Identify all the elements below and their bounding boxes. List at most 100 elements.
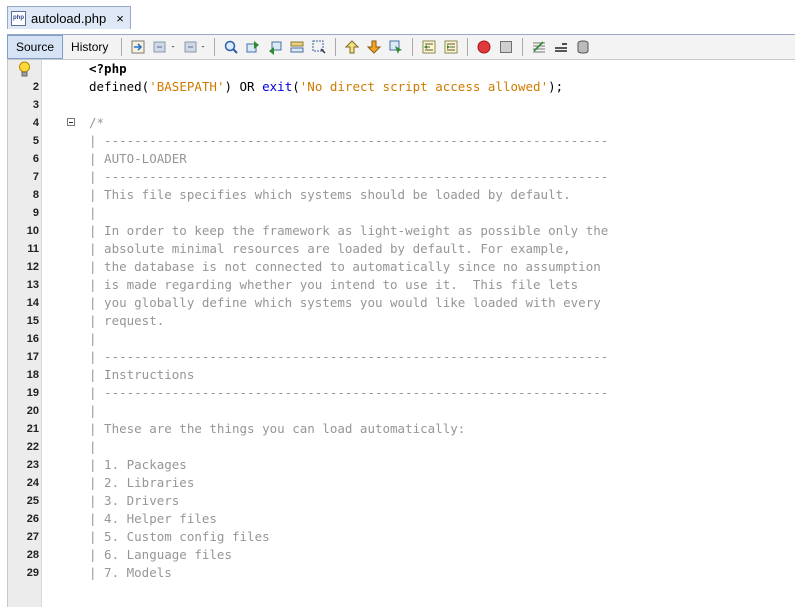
code-line: 20 | xyxy=(8,402,795,420)
next-bookmark-icon[interactable] xyxy=(366,39,382,55)
code-text: | This file specifies which systems shou… xyxy=(89,187,571,202)
start-macro-recording-icon[interactable] xyxy=(476,39,492,55)
code-line: 29 | 7. Models xyxy=(8,564,795,582)
code-text: | --------------------------------------… xyxy=(89,169,609,184)
code-text: | 7. Models xyxy=(89,565,172,580)
code-line: 16 | xyxy=(8,330,795,348)
code-text: | 5. Custom config files xyxy=(89,529,270,544)
code-text: | Instructions xyxy=(89,367,195,382)
code-text: | xyxy=(89,205,97,220)
code-text: | 4. Helper files xyxy=(89,511,217,526)
tab-autoload-php[interactable]: php autoload.php × xyxy=(7,6,131,29)
code-line: 28 | 6. Language files xyxy=(8,546,795,564)
line-number: 2 xyxy=(32,81,39,93)
code-text: <?php xyxy=(89,61,127,76)
line-number: 26 xyxy=(26,513,39,525)
code-text: | is made regarding whether you intend t… xyxy=(89,277,579,292)
fold-toggle-icon[interactable] xyxy=(67,118,75,126)
code-line: 26 | 4. Helper files xyxy=(8,510,795,528)
toolbar-separator xyxy=(467,38,469,56)
code-text: | 3. Drivers xyxy=(89,493,180,508)
code-line: 17 | ------------------------------------… xyxy=(8,348,795,366)
toggle-highlight-icon[interactable] xyxy=(289,39,305,55)
uncomment-icon[interactable] xyxy=(553,39,569,55)
code-text: | --------------------------------------… xyxy=(89,349,609,364)
toolbar-separator xyxy=(522,38,524,56)
line-number: 19 xyxy=(26,387,39,399)
code-line: 5 | -------------------------------------… xyxy=(8,132,795,150)
code-line: 24 | 2. Libraries xyxy=(8,474,795,492)
comment-icon[interactable] xyxy=(531,39,547,55)
code-text: | xyxy=(89,331,97,346)
last-edit-icon[interactable] xyxy=(130,39,146,55)
line-number: 20 xyxy=(26,405,39,417)
line-number: 1 xyxy=(8,60,39,78)
line-number: 11 xyxy=(27,243,39,255)
forward-dropdown-icon[interactable] xyxy=(201,39,209,55)
code-text: | AUTO-LOADER xyxy=(89,151,187,166)
line-number: 13 xyxy=(26,279,39,291)
code-line: 3 xyxy=(8,96,795,114)
shift-left-icon[interactable] xyxy=(421,39,437,55)
code-text: /* xyxy=(89,115,105,130)
code-line: 2 defined('BASEPATH') OR exit('No direct… xyxy=(8,78,795,96)
code-line: 19 | ------------------------------------… xyxy=(8,384,795,402)
line-number: 23 xyxy=(26,459,39,471)
code-text: | These are the things you can load auto… xyxy=(89,421,466,436)
close-tab-icon[interactable]: × xyxy=(116,11,124,26)
editor-tab-bar: php autoload.php × xyxy=(0,0,795,34)
line-number: 18 xyxy=(26,369,39,381)
code-text: | In order to keep the framework as ligh… xyxy=(89,223,609,238)
find-next-icon[interactable] xyxy=(267,39,283,55)
code-text: | absolute minimal resources are loaded … xyxy=(89,241,571,256)
stop-macro-recording-icon[interactable] xyxy=(498,39,514,55)
code-text: | 2. Libraries xyxy=(89,475,195,490)
code-line: 8 | This file specifies which systems sho… xyxy=(8,186,795,204)
line-number: 17 xyxy=(26,351,39,363)
code-line: 7 | -------------------------------------… xyxy=(8,168,795,186)
code-text: | xyxy=(89,403,97,418)
toolbar-separator xyxy=(121,38,123,56)
line-number: 4 xyxy=(32,117,39,129)
line-number: 15 xyxy=(26,315,39,327)
find-previous-icon[interactable] xyxy=(245,39,261,55)
code-text: | you globally define which systems you … xyxy=(89,295,601,310)
line-number: 25 xyxy=(26,495,39,507)
forward-icon[interactable] xyxy=(182,39,198,55)
code-text: | --------------------------------------… xyxy=(89,385,609,400)
back-dropdown-icon[interactable] xyxy=(171,39,179,55)
line-number: 27 xyxy=(26,531,39,543)
code-line: 22 | xyxy=(8,438,795,456)
line-number: 9 xyxy=(32,207,39,219)
toggle-rect-selection-icon[interactable] xyxy=(311,39,327,55)
line-number: 16 xyxy=(26,333,39,345)
line-number: 14 xyxy=(26,297,39,309)
line-number: 24 xyxy=(26,477,39,489)
code-text: | 6. Language files xyxy=(89,547,232,562)
line-number: 10 xyxy=(26,225,39,237)
code-line: 23 | 1. Packages xyxy=(8,456,795,474)
source-button[interactable]: Source xyxy=(7,35,64,59)
code-editor[interactable]: 1 <?php 2 defined('BASEPATH') OR exit('N… xyxy=(7,60,795,607)
code-text: | request. xyxy=(89,313,165,328)
code-text: | 1. Packages xyxy=(89,457,187,472)
history-button[interactable]: History xyxy=(63,35,116,59)
editor-toolbar: Source History xyxy=(7,34,795,60)
line-number: 5 xyxy=(32,135,39,147)
toolbar-separator xyxy=(335,38,337,56)
code-line: 1 <?php xyxy=(8,60,795,78)
code-text: | the database is not connected to autom… xyxy=(89,259,601,274)
code-text: | --------------------------------------… xyxy=(89,133,609,148)
database-icon[interactable] xyxy=(575,39,591,55)
code-line: 12 | the database is not connected to aut… xyxy=(8,258,795,276)
tab-title: autoload.php xyxy=(31,10,107,26)
code-line: 13 | is made regarding whether you intend… xyxy=(8,276,795,294)
toggle-bookmark-icon[interactable] xyxy=(388,39,404,55)
find-selection-icon[interactable] xyxy=(223,39,239,55)
previous-bookmark-icon[interactable] xyxy=(344,39,360,55)
line-number: 7 xyxy=(32,171,39,183)
code-line: 15 | request. xyxy=(8,312,795,330)
line-number: 12 xyxy=(26,261,39,273)
back-icon[interactable] xyxy=(152,39,168,55)
shift-right-icon[interactable] xyxy=(443,39,459,55)
